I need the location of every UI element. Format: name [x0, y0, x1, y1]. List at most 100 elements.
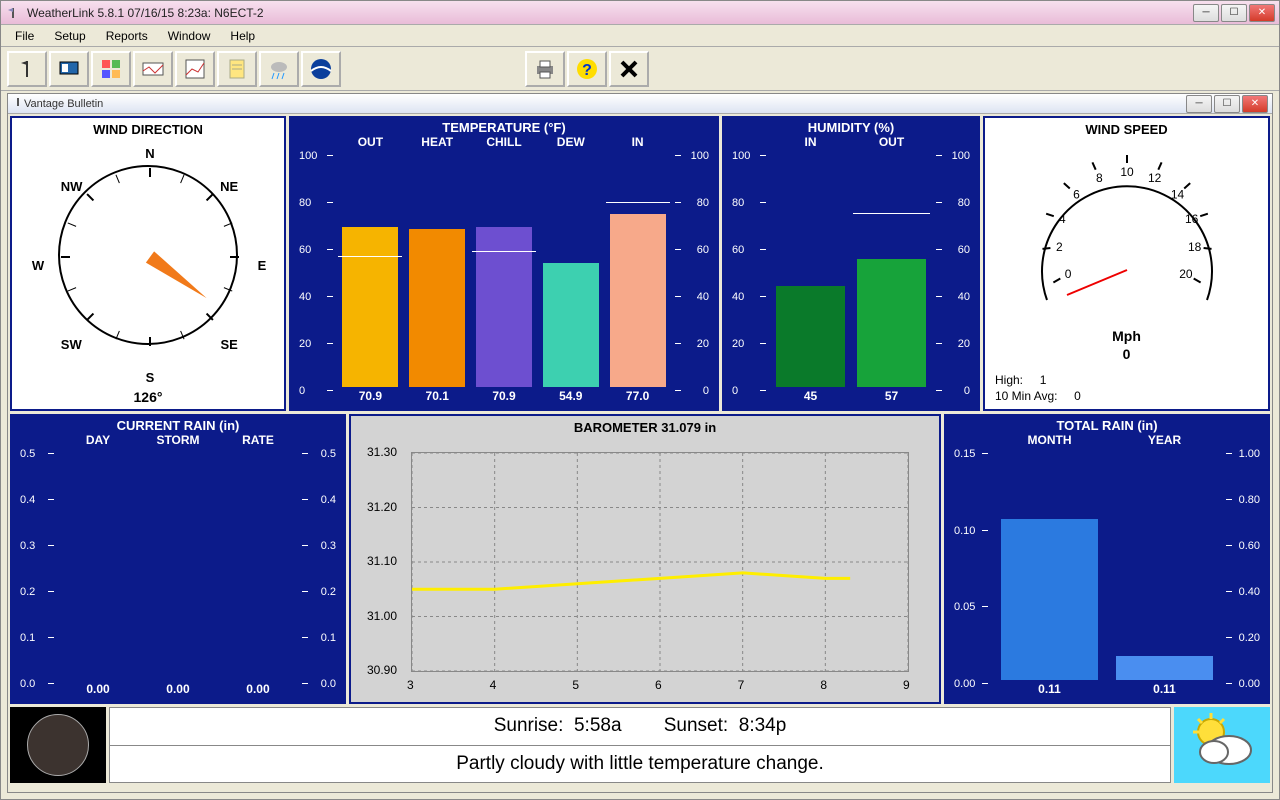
wind-high-value: 1	[1040, 373, 1047, 387]
temp-label-dew: DEW	[537, 135, 604, 149]
svg-text:14: 14	[1170, 188, 1184, 202]
partly-cloudy-icon	[1187, 710, 1257, 781]
temp-bar-in	[610, 214, 666, 387]
train-label-year: YEAR	[1107, 433, 1222, 447]
app-window: WeatherLink 5.8.1 07/16/15 8:23a: N6ECT-…	[0, 0, 1280, 800]
tb-graph-icon[interactable]	[175, 51, 215, 87]
svg-text:2: 2	[1056, 240, 1063, 254]
temp-value-heat: 70.1	[404, 389, 471, 403]
compass-label-nw: NW	[61, 179, 81, 194]
crain-value-storm: 0.00	[138, 682, 218, 696]
temp-value-out: 70.9	[337, 389, 404, 403]
wind-avg-value: 0	[1074, 389, 1081, 403]
svg-text:?: ?	[582, 62, 592, 79]
hum-label-out: OUT	[851, 135, 932, 149]
barometer-panel: BAROMETER 31.079 in 30.9031.0031.1031.20…	[349, 414, 941, 704]
wind-speed-panel: WIND SPEED 02468101214161820 Mph 0 High:	[983, 116, 1270, 411]
total-rain-title: TOTAL RAIN (in)	[944, 414, 1270, 433]
menubar: File Setup Reports Window Help	[1, 25, 1279, 47]
crain-label-storm: STORM	[138, 433, 218, 447]
wind-direction-reading: 126°	[12, 389, 284, 405]
current-rain-title: CURRENT RAIN (in)	[10, 414, 346, 433]
train-bar-month	[1001, 519, 1098, 680]
humidity-title: HUMIDITY (%)	[722, 116, 980, 135]
hum-value-out: 57	[851, 389, 932, 403]
compass-label-e: E	[252, 258, 272, 273]
temp-bar-out	[342, 227, 398, 387]
sunrise-value: 5:58a	[574, 715, 622, 737]
temp-value-in: 77.0	[604, 389, 671, 403]
temperature-panel: TEMPERATURE (°F) OUTHEATCHILLDEWIN 02040…	[289, 116, 719, 411]
sunset-label: Sunset:	[664, 715, 728, 737]
minimize-button[interactable]: ─	[1193, 4, 1219, 22]
compass-label-n: N	[140, 146, 160, 161]
moon-icon	[27, 714, 89, 776]
svg-text:4: 4	[1058, 212, 1065, 226]
bulletin-close-button[interactable]: ✕	[1242, 95, 1268, 113]
temp-bar-heat	[409, 229, 465, 387]
menu-setup[interactable]: Setup	[44, 27, 95, 45]
crain-value-rate: 0.00	[218, 682, 298, 696]
temperature-title: TEMPERATURE (°F)	[289, 116, 719, 135]
hum-bar-out	[857, 259, 925, 387]
total-rain-panel: TOTAL RAIN (in) MONTHYEAR 0.000.050.100.…	[944, 414, 1270, 704]
train-bar-year	[1116, 656, 1213, 680]
svg-text:16: 16	[1184, 212, 1198, 226]
hum-value-in: 45	[770, 389, 851, 403]
train-value-year: 0.11	[1107, 682, 1222, 696]
temp-marker-out	[338, 256, 402, 257]
maximize-button[interactable]: ☐	[1221, 4, 1247, 22]
temp-label-chill: CHILL	[471, 135, 538, 149]
humidity-panel: HUMIDITY (%) INOUT 020406080100 02040608…	[722, 116, 980, 411]
titlebar[interactable]: WeatherLink 5.8.1 07/16/15 8:23a: N6ECT-…	[1, 1, 1279, 25]
speedometer-icon: 02468101214161820	[1027, 140, 1227, 340]
tb-noaa-icon[interactable]	[301, 51, 341, 87]
compass-icon	[58, 165, 238, 345]
menu-window[interactable]: Window	[158, 27, 221, 45]
bulletin-minimize-button[interactable]: ─	[1186, 95, 1212, 113]
wind-direction-panel: WIND DIRECTION 126° NNEESESSWWNW	[10, 116, 286, 411]
menu-help[interactable]: Help	[220, 27, 265, 45]
hum-marker-out	[853, 213, 931, 214]
temp-label-out: OUT	[337, 135, 404, 149]
temp-bar-dew	[543, 263, 599, 387]
temp-label-heat: HEAT	[404, 135, 471, 149]
wind-high-label: High:	[995, 373, 1023, 387]
svg-text:18: 18	[1187, 240, 1201, 254]
compass-label-se: SE	[219, 337, 239, 352]
train-label-month: MONTH	[992, 433, 1107, 447]
svg-text:0: 0	[1064, 267, 1071, 281]
wind-speed-current: 0	[985, 346, 1268, 362]
tb-notepad-icon[interactable]	[217, 51, 257, 87]
menu-reports[interactable]: Reports	[96, 27, 158, 45]
svg-text:8: 8	[1095, 171, 1102, 185]
forecast-text: Partly cloudy with little temperature ch…	[110, 746, 1170, 783]
close-button[interactable]: ✕	[1249, 4, 1275, 22]
crain-label-day: DAY	[58, 433, 138, 447]
tb-print-icon[interactable]	[525, 51, 565, 87]
wind-speed-unit: Mph	[985, 328, 1268, 344]
bulletin-maximize-button[interactable]: ☐	[1214, 95, 1240, 113]
bulletin-titlebar[interactable]: Vantage Bulletin ─ ☐ ✕	[8, 94, 1272, 114]
temp-value-chill: 70.9	[471, 389, 538, 403]
tb-console-icon[interactable]	[49, 51, 89, 87]
tb-exit-icon[interactable]	[609, 51, 649, 87]
window-title: WeatherLink 5.8.1 07/16/15 8:23a: N6ECT-…	[27, 6, 1193, 20]
tb-help-icon[interactable]: ?	[567, 51, 607, 87]
hum-bar-in	[776, 286, 844, 387]
compass-label-ne: NE	[219, 179, 239, 194]
tb-anemometer-icon[interactable]	[7, 51, 47, 87]
wind-avg-label: 10 Min Avg:	[995, 389, 1057, 403]
menu-file[interactable]: File	[5, 27, 44, 45]
compass-label-s: S	[140, 370, 160, 385]
tb-rain-icon[interactable]	[259, 51, 299, 87]
temp-marker-chill	[472, 251, 536, 252]
tb-instruments-icon[interactable]	[91, 51, 131, 87]
barometer-title: BAROMETER 31.079 in	[351, 416, 939, 435]
svg-text:12: 12	[1147, 171, 1161, 185]
tb-stripchart-icon[interactable]	[133, 51, 173, 87]
moon-phase-panel	[10, 707, 106, 783]
crain-value-day: 0.00	[58, 682, 138, 696]
temp-label-in: IN	[604, 135, 671, 149]
wind-speed-title: WIND SPEED	[985, 118, 1268, 137]
